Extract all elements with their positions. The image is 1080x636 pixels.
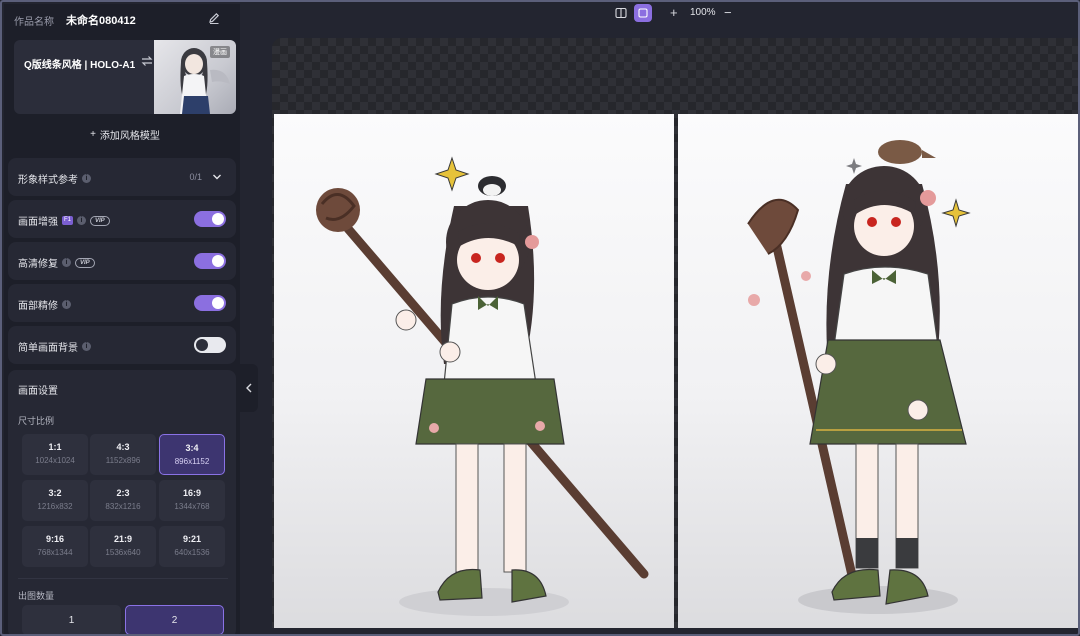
zoom-in-icon[interactable]: +: [670, 5, 678, 20]
single-view-button[interactable]: [634, 4, 652, 22]
ratio-value: 3:4: [185, 443, 199, 453]
enhance-row: 画面增强 F1 i VIP: [8, 200, 236, 238]
model-name: Q版线条风格 | HOLO-A1: [24, 60, 136, 71]
ratio-size: 768x1344: [37, 548, 73, 557]
generated-image-1[interactable]: [274, 114, 674, 628]
chevron-left-icon: [246, 383, 252, 393]
zoom-level: 100%: [690, 7, 716, 18]
hires-label-group: 高清修复 i VIP: [18, 255, 95, 270]
ratio-value: 1:1: [48, 442, 62, 452]
reference-label-group: 形象样式参考 i: [18, 171, 91, 186]
simple-bg-label-group: 简单画面背景 i: [18, 339, 91, 354]
canvas-toolbar: + 100% −: [612, 4, 742, 26]
ratio-size: 1344x768: [174, 502, 210, 511]
generated-image-2-art: [747, 140, 971, 614]
output-count-1-button[interactable]: 1: [22, 605, 121, 634]
hires-row: 高清修复 i VIP: [8, 242, 236, 280]
ratio-option-21-9[interactable]: 21:9 1536x640: [90, 526, 156, 567]
model-tag: 漫画: [210, 46, 230, 58]
enhance-badge: F1: [62, 216, 74, 225]
toggle-knob: [212, 213, 224, 225]
generated-image-1-art: [316, 156, 649, 616]
ratio-value: 3:2: [48, 488, 62, 498]
ratio-option-16-9[interactable]: 16:9 1344x768: [159, 480, 225, 521]
toggle-knob: [196, 339, 208, 351]
settings-title: 画面设置: [18, 386, 58, 397]
enhance-label-group: 画面增强 F1 i VIP: [18, 213, 110, 228]
ratio-value: 9:16: [45, 534, 64, 544]
ratio-option-2-3[interactable]: 2:3 832x1216: [90, 480, 156, 521]
vip-badge: VIP: [90, 215, 110, 226]
ratio-option-4-3[interactable]: 4:3 1152x896: [90, 434, 156, 475]
ratio-size: 1536x640: [105, 548, 141, 557]
app-window: 作品名称 未命名080412 Q版线条风格 | HOLO-A1 漫画 + 添加风…: [0, 0, 1080, 636]
ratio-option-3-2[interactable]: 3:2 1216x832: [22, 480, 88, 521]
work-name-label: 作品名称: [14, 17, 54, 28]
hires-label: 高清修复: [18, 259, 58, 270]
info-icon[interactable]: i: [62, 258, 71, 267]
ratio-size: 1216x832: [37, 502, 73, 511]
model-thumbnail: 漫画: [154, 40, 236, 114]
info-icon[interactable]: i: [62, 300, 71, 309]
ratio-value: 9:21: [182, 534, 201, 544]
pencil-icon[interactable]: [207, 11, 221, 25]
canvas-settings-panel: 画面设置 尺寸比例 1:1 1024x1024 4:3 1152x896 3:4…: [8, 370, 236, 634]
ratio-option-9-16[interactable]: 9:16 768x1344: [22, 526, 88, 567]
output-count-2-button[interactable]: 2: [125, 605, 224, 634]
plus-icon: +: [90, 128, 96, 140]
zoom-out-icon[interactable]: −: [724, 5, 732, 20]
ratio-option-1-1[interactable]: 1:1 1024x1024: [22, 434, 88, 475]
swap-icon[interactable]: [140, 54, 154, 68]
generated-image-2[interactable]: [678, 114, 1078, 628]
face-toggle[interactable]: [194, 295, 226, 311]
info-icon[interactable]: i: [82, 342, 91, 351]
add-model-label: 添加风格模型: [99, 130, 160, 142]
face-label: 面部精修: [18, 301, 58, 312]
ratio-size: 1024x1024: [35, 456, 75, 465]
ratio-value: 4:3: [116, 442, 130, 452]
ratio-size: 832x1216: [105, 502, 141, 511]
hires-toggle[interactable]: [194, 253, 226, 269]
reference-row[interactable]: 形象样式参考 i 0/1: [8, 158, 236, 196]
ratio-size: 640x1536: [174, 548, 210, 557]
style-model-card[interactable]: Q版线条风格 | HOLO-A1 漫画: [14, 40, 236, 114]
ratio-size: 896x1152: [174, 457, 210, 466]
toggle-knob: [212, 255, 224, 267]
ratio-value: 16:9: [182, 488, 201, 498]
work-title-row: 作品名称 未命名080412: [4, 4, 240, 34]
work-name-value[interactable]: 未命名080412: [66, 12, 136, 28]
enhance-toggle[interactable]: [194, 211, 226, 227]
enhance-label: 画面增强: [18, 217, 58, 228]
face-row: 面部精修 i: [8, 284, 236, 322]
reference-label: 形象样式参考: [18, 175, 78, 186]
vip-badge: VIP: [75, 257, 95, 268]
toggle-knob: [212, 297, 224, 309]
sidebar: 作品名称 未命名080412 Q版线条风格 | HOLO-A1 漫画 + 添加风…: [4, 4, 240, 634]
collapse-sidebar-button[interactable]: [240, 364, 258, 412]
reference-count: 0/1: [189, 172, 202, 182]
ratio-size: 1152x896: [105, 456, 141, 465]
info-icon[interactable]: i: [82, 174, 91, 183]
ratio-value: 2:3: [116, 488, 130, 498]
add-style-model-button[interactable]: + 添加风格模型: [14, 122, 236, 146]
info-icon[interactable]: i: [77, 216, 87, 225]
size-ratio-label: 尺寸比例: [18, 416, 55, 426]
simple-bg-label: 简单画面背景: [18, 343, 78, 354]
divider: [18, 578, 228, 579]
single-view-icon: [638, 8, 648, 18]
simple-bg-toggle[interactable]: [194, 337, 226, 353]
split-view-button[interactable]: [612, 4, 630, 22]
split-view-icon: [615, 7, 627, 19]
ratio-option-3-4[interactable]: 3:4 896x1152: [159, 434, 225, 475]
simple-bg-row: 简单画面背景 i: [8, 326, 236, 364]
ratio-option-9-21[interactable]: 9:21 640x1536: [159, 526, 225, 567]
output-count-label: 出图数量: [18, 591, 55, 601]
chevron-down-icon[interactable]: [212, 172, 222, 182]
face-label-group: 面部精修 i: [18, 297, 71, 312]
ratio-value: 21:9: [113, 534, 132, 544]
